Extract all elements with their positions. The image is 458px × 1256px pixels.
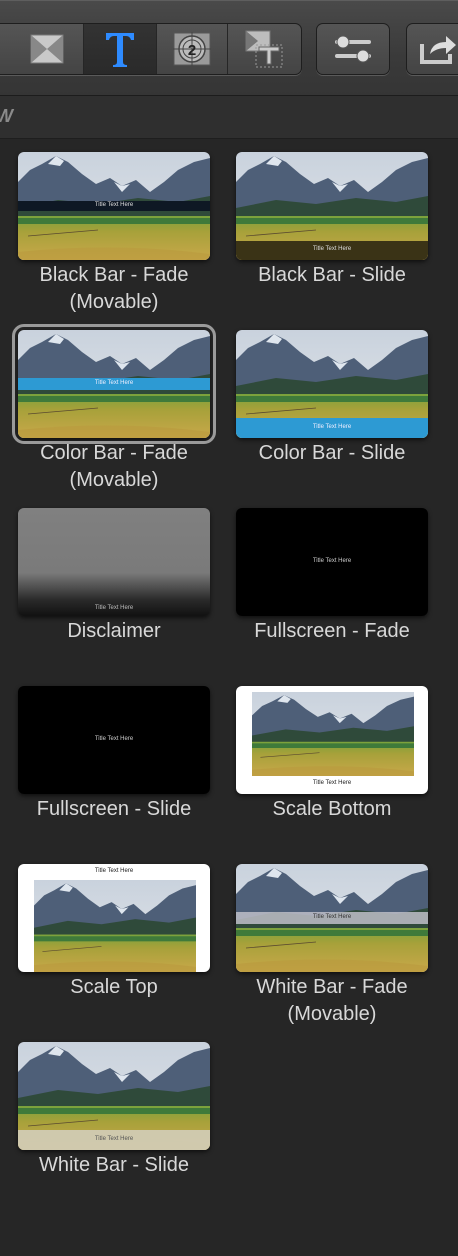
title-label: Black Bar - Slide: [258, 264, 406, 286]
title-text-overlay: Title Text Here: [94, 1136, 134, 1142]
generators-browser-button[interactable]: 2: [157, 24, 227, 74]
titles-browser-button[interactable]: [84, 24, 156, 74]
title-thumbnail[interactable]: Title Text Here: [236, 330, 428, 438]
title-text-overlay: Title Text Here: [94, 202, 134, 208]
disclaimer-background: [18, 508, 210, 616]
title-text-overlay: Title Text Here: [312, 914, 352, 920]
themes-browser-button[interactable]: [228, 24, 301, 74]
themes-icon: [245, 30, 282, 68]
title-text-overlay: Title Text Here: [312, 246, 352, 252]
title-thumbnail[interactable]: Title Text Here: [12, 324, 216, 444]
share-button[interactable]: [406, 23, 458, 75]
title-label: Color Bar - Slide: [258, 442, 406, 464]
landscape-image: [34, 880, 196, 972]
sliders-icon: [335, 35, 371, 63]
title-text-overlay: Title Text Here: [94, 605, 134, 611]
title-thumbnail[interactable]: Title Text Here: [236, 864, 428, 972]
title-thumbnail[interactable]: Title Text Here: [18, 864, 210, 972]
title-label: Scale Top: [70, 976, 158, 998]
title-label: Scale Bottom: [272, 798, 392, 820]
title-text-overlay: Title Text Here: [94, 868, 134, 874]
inspector-button-face[interactable]: [317, 24, 389, 74]
transitions-browser-button[interactable]: [11, 24, 83, 74]
title-label: Disclaimer: [67, 620, 161, 642]
share-icon: [420, 36, 456, 64]
title-thumbnail[interactable]: Title Text Here: [236, 152, 428, 260]
browser-header-label: W: [0, 106, 13, 127]
title-text-overlay: Title Text Here: [312, 558, 352, 564]
share-button-face[interactable]: [407, 24, 458, 74]
title-label: White Bar - Fade (Movable): [256, 976, 408, 1025]
title-thumbnail[interactable]: Title Text Here: [18, 1042, 210, 1150]
svg-text:2: 2: [188, 42, 196, 59]
countdown-icon: 2: [173, 32, 211, 66]
title-thumbnail[interactable]: Title Text Here: [18, 686, 210, 794]
title-text-overlay: Title Text Here: [94, 736, 134, 742]
title-text-overlay: Title Text Here: [312, 424, 352, 430]
title-text-overlay: Title Text Here: [312, 780, 352, 786]
title-text-overlay: Title Text Here: [94, 380, 134, 386]
scaled-image: [34, 880, 196, 972]
title-label: White Bar - Slide: [38, 1154, 190, 1176]
scaled-image: [252, 692, 414, 776]
toolbar-highlight: [0, 0, 458, 1]
browser-header-bar: W: [0, 96, 458, 139]
browser-buttons-group: 2: [0, 23, 302, 75]
transition-x-icon: [30, 34, 64, 64]
toolbar: 2: [0, 0, 458, 96]
title-thumbnail[interactable]: Title Text Here: [236, 508, 428, 616]
title-label: Fullscreen - Slide: [36, 798, 192, 820]
titles-T-icon: [106, 33, 134, 67]
inspector-button[interactable]: [316, 23, 390, 75]
title-thumbnail[interactable]: Title Text Here: [236, 686, 428, 794]
title-label: Black Bar - Fade (Movable): [39, 264, 189, 313]
title-label: Fullscreen - Fade: [254, 620, 410, 642]
title-thumbnail[interactable]: Title Text Here: [18, 508, 210, 616]
title-label: Color Bar - Fade (Movable): [40, 442, 188, 491]
title-thumbnail[interactable]: Title Text Here: [18, 152, 210, 260]
landscape-image: [252, 692, 414, 776]
